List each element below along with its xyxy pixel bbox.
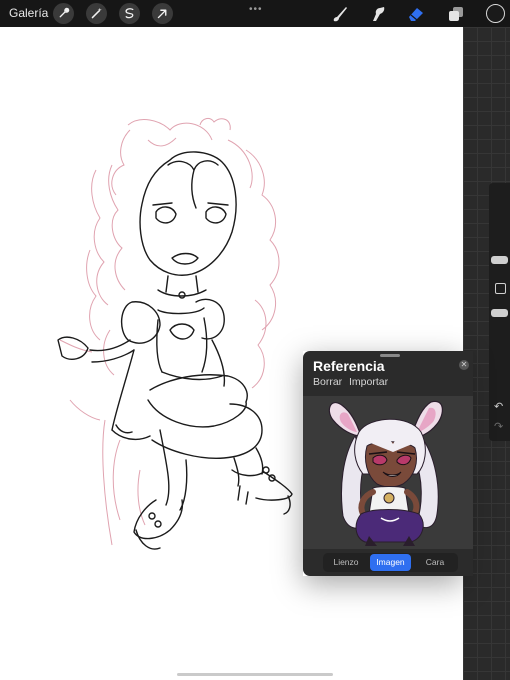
reference-panel: Referencia ✕ Borrar Importar Lienzo Imag… bbox=[303, 351, 473, 576]
wrench-icon[interactable] bbox=[53, 3, 74, 24]
segment-image[interactable]: Imagen bbox=[370, 554, 411, 571]
magic-wand-icon[interactable] bbox=[86, 3, 107, 24]
selection-icon[interactable] bbox=[119, 3, 140, 24]
drag-handle[interactable]: ••• bbox=[249, 4, 263, 15]
segment-canvas[interactable]: Lienzo bbox=[325, 554, 367, 571]
reference-image bbox=[303, 396, 473, 549]
clear-button[interactable]: Borrar bbox=[313, 376, 342, 388]
import-button[interactable]: Importar bbox=[349, 376, 388, 388]
panel-drag-handle[interactable] bbox=[380, 354, 400, 357]
transform-arrow-icon[interactable] bbox=[152, 3, 173, 24]
layers-icon[interactable] bbox=[446, 4, 466, 24]
reference-title: Referencia bbox=[313, 358, 385, 374]
close-icon[interactable]: ✕ bbox=[459, 360, 469, 370]
segment-face[interactable]: Cara bbox=[414, 554, 456, 571]
brush-icon[interactable] bbox=[330, 4, 350, 24]
reference-mode-segmented-control: Lienzo Imagen Cara bbox=[323, 553, 458, 572]
redo-icon[interactable]: ↷ bbox=[494, 420, 503, 433]
sidebar: ↶ ↷ bbox=[489, 183, 510, 441]
pink-sketch-layer bbox=[59, 117, 280, 546]
home-indicator[interactable] bbox=[177, 673, 333, 676]
ink-layer bbox=[57, 151, 293, 550]
gallery-button[interactable]: Galería bbox=[9, 6, 48, 20]
color-picker-swatch[interactable] bbox=[486, 4, 505, 23]
undo-icon[interactable]: ↶ bbox=[494, 400, 503, 413]
modify-button[interactable] bbox=[495, 283, 506, 294]
opacity-slider[interactable] bbox=[491, 309, 508, 317]
eraser-icon[interactable] bbox=[406, 4, 426, 24]
smudge-icon[interactable] bbox=[368, 4, 388, 24]
top-toolbar: Galería ••• bbox=[0, 0, 510, 27]
brush-size-slider[interactable] bbox=[491, 256, 508, 264]
